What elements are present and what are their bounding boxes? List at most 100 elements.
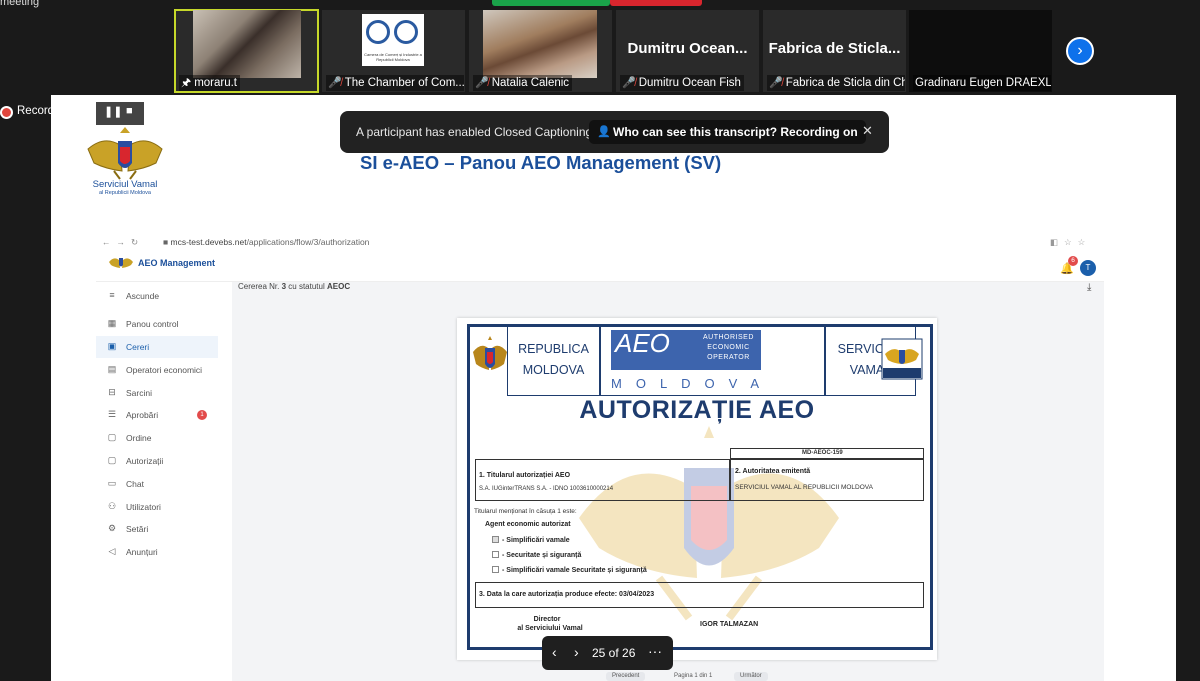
url-host: mcs-test.devebs.net: [170, 237, 247, 247]
sidebar-item-setari[interactable]: ⚙ Setări: [96, 518, 218, 540]
muted-mic-icon: 🎤̸: [328, 77, 342, 89]
transcript-info-label: Who can see this transcript? Recording o…: [613, 125, 858, 139]
participant-name: moraru.t: [194, 77, 238, 89]
sidebar-item-chat[interactable]: ▭ Chat: [96, 473, 218, 495]
request-number: 3: [281, 282, 287, 291]
url-path: /applications/flow/3/authorization: [246, 237, 370, 247]
sidebar-item-label: Anunțuri: [126, 547, 158, 557]
sidebar-item-label: Chat: [126, 479, 144, 489]
participant-tile[interactable]: 🖈 moraru.t: [174, 9, 319, 93]
slide-title: SI e-AEO – Panou AEO Management (SV): [360, 152, 722, 173]
download-icon[interactable]: ⤓: [1087, 282, 1091, 293]
checkbox-icon: [492, 551, 499, 558]
aeo-logo: AEO AUTHORISED ECONOMIC OPERATOR MOLDOVA: [611, 330, 761, 392]
header-republica: REPUBLICA MOLDOVA: [507, 326, 600, 396]
menu-icon: ≡: [109, 290, 115, 300]
aeo-country: MOLDOVA: [611, 376, 774, 391]
participant-tile[interactable]: Gradinaru Eugen DRAEXL...: [909, 10, 1052, 92]
record-dot-icon: [2, 108, 11, 117]
sidebar-item-ascunde[interactable]: ≡ Ascunde: [96, 285, 218, 307]
main-content: Cererea Nr. 3 cu statutul AEOC ⤓ REPUBLI…: [232, 282, 1104, 681]
certificate-title: AUTORIZAȚIE AEO: [579, 396, 815, 424]
option-simplificari-securitate: - Simplificări vamale Securitate și sigu…: [492, 566, 647, 574]
sidebar-item-panou-control[interactable]: ▦ Panou control: [96, 313, 218, 335]
page-info: Pagina 1 din 1: [674, 673, 713, 679]
meeting-top-pills[interactable]: [492, 0, 702, 6]
participant-name: Fabrica de Sticla din Ch...: [785, 77, 905, 89]
issuer-value: SERVICIUL VAMAL AL REPUBLICII MOLDOVA: [735, 484, 873, 491]
org-label: Serviciul Vamal al Republicii Moldova: [90, 180, 160, 198]
participant-name: Natalia Calenic: [491, 77, 570, 89]
option-securitate: - Securitate și siguranță: [492, 551, 581, 559]
participant-tile[interactable]: Dumitru Ocean... 🎤̸ Dumitru Ocean Fish: [616, 10, 759, 92]
closed-caption-banner: A participant has enabled Closed Caption…: [340, 111, 889, 153]
meeting-window-label: meeting: [0, 0, 40, 8]
pause-recording-icon[interactable]: ❚❚: [104, 105, 122, 118]
app-brand: AEO Management: [108, 258, 215, 268]
certificate-header: REPUBLICA MOLDOVA AEO AUTHORISED ECONOMI…: [507, 326, 917, 396]
muted-mic-icon: 🎤̸: [769, 77, 783, 89]
sidebar-item-anunturi[interactable]: ◁ Anunțuri: [96, 541, 218, 563]
participant-tile[interactable]: 🎤̸ Natalia Calenic: [469, 10, 612, 92]
recording-label: Recording...: [17, 105, 80, 117]
settings-icon: ⚙: [107, 523, 117, 533]
chevron-left-icon[interactable]: ‹: [552, 644, 557, 660]
sidebar-item-utilizatori[interactable]: ⚇ Utilizatori: [96, 496, 218, 518]
transcript-info-button[interactable]: 👤 Who can see this transcript? Recording…: [589, 120, 866, 144]
participant-video: [193, 10, 301, 78]
chevron-right-icon: ›: [1077, 42, 1083, 59]
sidebar-item-label: Utilizatori: [126, 502, 161, 512]
header-aeo-box: AEO AUTHORISED ECONOMIC OPERATOR MOLDOVA: [600, 326, 825, 396]
approvals-icon: ☰: [107, 409, 117, 419]
cc-message: A participant has enabled Closed Caption…: [356, 125, 593, 139]
option-simplificari: - Simplificări vamale: [492, 536, 570, 544]
agent-label: Agent economic autorizat: [485, 521, 571, 528]
sidebar-item-cereri[interactable]: ▣ Cereri: [96, 336, 218, 358]
participant-name: Gradinaru Eugen DRAEXL...: [915, 77, 1051, 89]
brand-emblem-icon: [109, 258, 133, 268]
meeting-participant-strip: meeting 🖈 moraru.t Camera de Comerț și In…: [0, 0, 1200, 95]
sidebar-item-sarcini[interactable]: ⊟ Sarcini: [96, 382, 218, 404]
stop-recording-icon[interactable]: ■: [126, 105, 133, 117]
org-subtitle: al Republicii Moldova: [99, 190, 151, 196]
pagination-buttons: Precedent Pagina 1 din 1 Următor: [600, 672, 800, 681]
person-lock-icon: 👤: [597, 126, 611, 138]
url-text: ■ mcs-test.devebs.net/applications/flow/…: [163, 237, 370, 247]
authorizations-icon: ▢: [107, 455, 117, 465]
chamber-logo: Camera de Comerț și Industrie a Republic…: [362, 14, 424, 66]
approvals-badge: 1: [197, 410, 207, 420]
page-indicator: 25 of 26: [592, 646, 636, 660]
sidebar-item-operatori[interactable]: ▤ Operatori economici: [96, 359, 218, 381]
notification-badge: 6: [1068, 256, 1078, 266]
effective-date: 3. Data la care autorizația produce efec…: [479, 591, 655, 598]
next-button[interactable]: Următor: [734, 672, 768, 681]
orders-icon: ▢: [107, 432, 117, 442]
requests-icon: ▣: [107, 341, 117, 351]
participant-big-name: Dumitru Ocean...: [627, 40, 748, 57]
more-options-icon[interactable]: ···: [648, 643, 662, 659]
director-name: IGOR TALMAZAN: [700, 621, 759, 628]
sidebar-item-ordine[interactable]: ▢ Ordine: [96, 427, 218, 449]
sidebar-item-autorizatii[interactable]: ▢ Autorizații: [96, 450, 218, 472]
avatar[interactable]: T: [1080, 260, 1096, 276]
previous-button[interactable]: Precedent: [606, 672, 646, 681]
aeo-certificate: REPUBLICA MOLDOVA AEO AUTHORISED ECONOMI…: [457, 318, 937, 660]
participant-big-name: Fabrica de Sticla...: [768, 40, 901, 57]
muted-mic-icon: 🎤̸: [622, 77, 636, 89]
sidebar-item-label: Aprobări: [126, 410, 159, 420]
sidebar-item-label: Panou control: [126, 319, 179, 329]
holder-value: S.A. IUGinterTRANS S.A. - IDNO 100361000…: [479, 486, 614, 492]
chevron-right-icon[interactable]: ›: [574, 644, 579, 660]
checkbox-checked-icon: [492, 536, 499, 543]
sidebar-item-label: Operatori economici: [126, 365, 203, 375]
participant-tile[interactable]: Fabrica de Sticla... 🎤̸ Fabrica de Sticla…: [763, 10, 906, 92]
participant-tile[interactable]: Camera de Comerț și Industrie a Republic…: [322, 10, 465, 92]
sidebar-item-aprobari[interactable]: ☰ Aprobări 1: [96, 404, 218, 426]
request-status: AEOC: [326, 282, 351, 291]
app-header: AEO Management 🔔 6 T: [96, 250, 1104, 282]
sidebar-item-label: Sarcini: [126, 388, 152, 398]
holder-box: [475, 459, 730, 501]
customs-badge-icon: [881, 338, 923, 380]
next-participants-button[interactable]: ›: [1066, 37, 1094, 65]
close-icon[interactable]: ✕: [862, 123, 873, 139]
